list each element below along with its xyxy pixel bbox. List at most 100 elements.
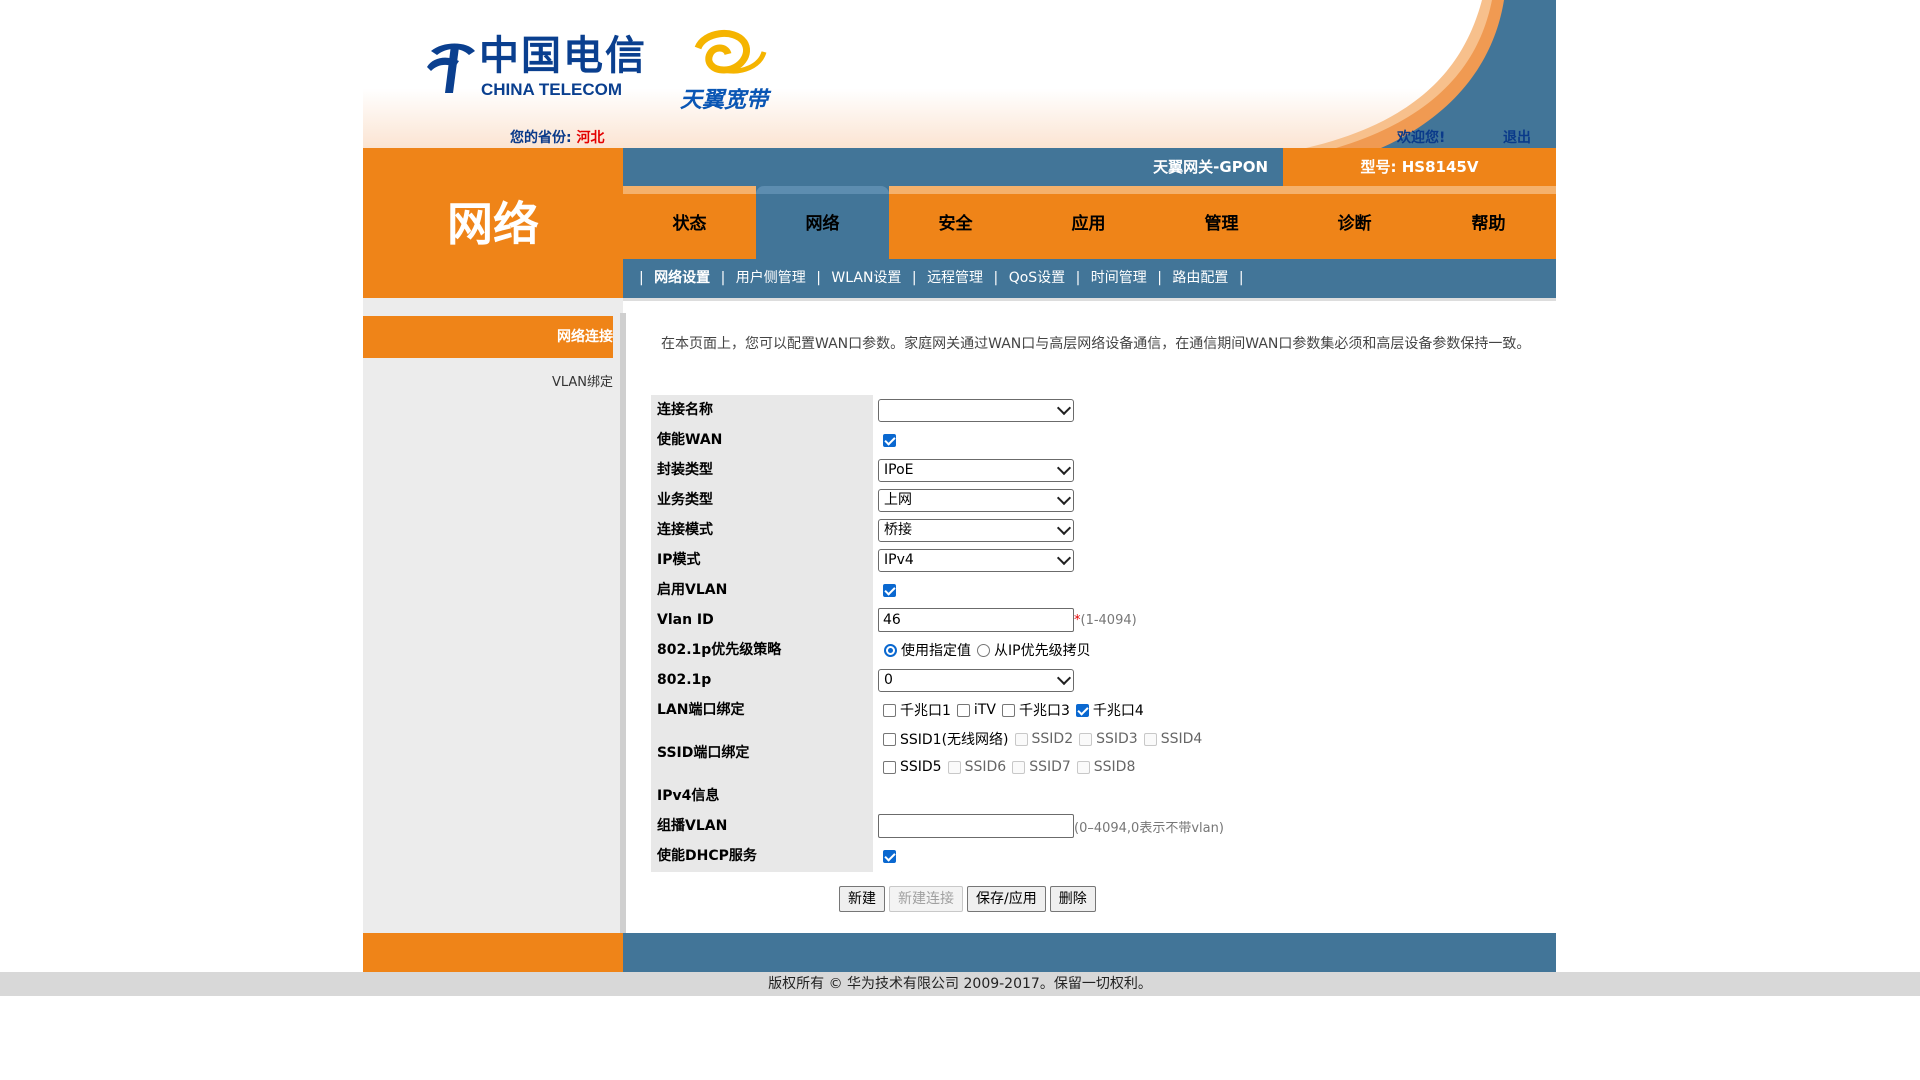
sidenav-item-network-connection[interactable]: 网络连接 (363, 316, 613, 358)
ssid2-checkbox[interactable] (1014, 732, 1028, 746)
field-label: 连接名称 (657, 402, 713, 418)
ssid1-checkbox[interactable] (883, 732, 896, 746)
tab-diagnosis[interactable]: 诊断 (1288, 186, 1421, 259)
gateway-name: 天翼网关-GPON (1153, 158, 1268, 176)
page-description: 在本页面上，您可以配置WAN口参数。家庭网关通过WAN口与高层网络设备通信，在通… (661, 336, 1531, 352)
sub-navigation: | 网络设置 | 用户侧管理 | WLAN设置 | 远程管理 | QoS设置 |… (623, 259, 1556, 298)
subnav-routing[interactable]: 路由配置 (1172, 270, 1228, 286)
chevron-down-icon (1056, 400, 1072, 415)
checkbox-label: 千兆口4 (1092, 703, 1144, 719)
divider (363, 298, 623, 313)
footer-bar-right (623, 933, 1556, 973)
lan1-checkbox[interactable] (883, 703, 896, 717)
field-label: Vlan ID (657, 612, 714, 628)
subnav-network-settings[interactable]: 网络设置 (654, 270, 710, 286)
form-row-enable-wan: 使能WAN (651, 425, 1531, 455)
field-label: 使能WAN (657, 432, 723, 448)
form-row-service: 业务类型 上网 (651, 485, 1531, 515)
subnav-user-side[interactable]: 用户侧管理 (736, 270, 806, 286)
form-row-8021p: 802.1p 0 (651, 665, 1531, 695)
select-value: 桥接 (884, 521, 912, 538)
main-content: 在本页面上，您可以配置WAN口参数。家庭网关通过WAN口与高层网络设备通信，在通… (626, 313, 1556, 933)
enable-vlan-checkbox[interactable] (883, 583, 896, 597)
checkbox-label: SSID2 (1031, 731, 1074, 747)
connection-name-select[interactable] (878, 398, 1074, 422)
form-row-enable-vlan: 启用VLAN (651, 575, 1531, 605)
tab-network[interactable]: 网络 (756, 186, 889, 259)
select-value: IPoE (884, 461, 914, 478)
subnav-wlan[interactable]: WLAN设置 (831, 270, 901, 286)
tab-status[interactable]: 状态 (623, 186, 756, 259)
delete-button[interactable]: 删除 (1049, 886, 1096, 912)
copyright-footer: 版权所有 © 华为技术有限公司 2009-2017。保留一切权利。 (0, 972, 1920, 996)
form-row-ipv4-info: IPv4信息 (651, 781, 1531, 811)
checkbox-label: 千兆口3 (1018, 703, 1070, 719)
tab-management[interactable]: 管理 (1155, 186, 1288, 259)
tab-application[interactable]: 应用 (1022, 186, 1155, 259)
multicast-vlan-input[interactable] (878, 814, 1074, 838)
ssid4-checkbox[interactable] (1143, 732, 1157, 746)
vlan-id-input[interactable]: 46 (878, 608, 1074, 632)
form-row-priority-policy: 802.1p优先级策略 使用指定值 从IP优先级拷贝 (651, 635, 1531, 665)
section-title-panel: 网络 (363, 148, 623, 298)
radio-label: 从IP优先级拷贝 (994, 643, 1091, 659)
field-label: 组播VLAN (657, 818, 728, 834)
enable-dhcp-checkbox[interactable] (883, 849, 896, 863)
checkbox-label: SSID4 (1160, 731, 1203, 747)
copyright-text: 版权所有 © 华为技术有限公司 2009-2017。保留一切权利。 (768, 976, 1152, 992)
subnav-separator: | (1157, 270, 1162, 286)
logo-chinese-text: 中国电信 (479, 32, 647, 79)
subnav-remote[interactable]: 远程管理 (927, 270, 983, 286)
ssid3-checkbox[interactable] (1079, 732, 1093, 746)
province-value: 河北 (576, 130, 605, 146)
tab-security[interactable]: 安全 (889, 186, 1022, 259)
ssid6-checkbox[interactable] (947, 760, 961, 774)
tab-help[interactable]: 帮助 (1421, 186, 1556, 259)
telecom-e-icon (427, 43, 475, 93)
enable-wan-checkbox[interactable] (883, 433, 896, 447)
ip-mode-select[interactable]: IPv4 (878, 548, 1074, 572)
sidenav-item-label: VLAN绑定 (551, 375, 613, 390)
field-label: 启用VLAN (657, 582, 728, 598)
connection-mode-select[interactable]: 桥接 (878, 518, 1074, 542)
field-label: 封装类型 (657, 462, 713, 478)
itv-checkbox[interactable] (956, 703, 970, 717)
select-value: 0 (884, 671, 893, 688)
ssid5-checkbox[interactable] (883, 760, 896, 774)
chevron-down-icon (1056, 460, 1072, 475)
field-label: SSID端口绑定 (657, 745, 750, 761)
form-row-connection-name: 连接名称 (651, 395, 1531, 425)
service-type-select[interactable]: 上网 (878, 488, 1074, 512)
field-label: 802.1p优先级策略 (657, 642, 782, 658)
new-button[interactable]: 新建 (839, 886, 885, 912)
multicast-vlan-hint: (0–4094,0表示不带vlan) (1074, 820, 1224, 836)
checkbox-label: SSID8 (1093, 759, 1136, 775)
tianyi-brand-text: 天翼宽带 (680, 88, 769, 113)
priority-copy-ip-radio[interactable] (977, 643, 990, 657)
save-apply-button[interactable]: 保存/应用 (967, 886, 1046, 912)
ssid7-checkbox[interactable] (1012, 760, 1026, 774)
side-navigation: 网络连接 VLAN绑定 (363, 313, 623, 933)
divider (623, 298, 1556, 309)
priority-specified-radio[interactable] (884, 643, 897, 657)
checkbox-label: SSID5 (900, 759, 942, 775)
logout-link[interactable]: 退出 (1503, 127, 1531, 147)
checkbox-label: SSID7 (1029, 759, 1071, 775)
subnav-separator: | (1075, 270, 1081, 286)
subnav-separator: | (816, 270, 821, 286)
sidenav-item-vlan-binding[interactable]: VLAN绑定 (363, 368, 613, 398)
chevron-down-icon (1056, 670, 1072, 685)
chevron-down-icon (1056, 490, 1072, 505)
lan3-checkbox[interactable] (1001, 703, 1015, 717)
priority-8021p-select[interactable]: 0 (878, 668, 1074, 692)
encap-type-select[interactable]: IPoE (878, 458, 1074, 482)
ssid8-checkbox[interactable] (1076, 760, 1090, 774)
lan4-checkbox[interactable] (1075, 703, 1089, 717)
field-label: 802.1p (657, 672, 712, 688)
select-value: 上网 (884, 491, 912, 508)
checkbox-label: iTV (973, 702, 996, 718)
new-connection-button[interactable]: 新建连接 (889, 886, 963, 912)
subnav-qos[interactable]: QoS设置 (1009, 270, 1065, 286)
subnav-separator: | (993, 270, 999, 286)
subnav-time[interactable]: 时间管理 (1091, 270, 1147, 286)
